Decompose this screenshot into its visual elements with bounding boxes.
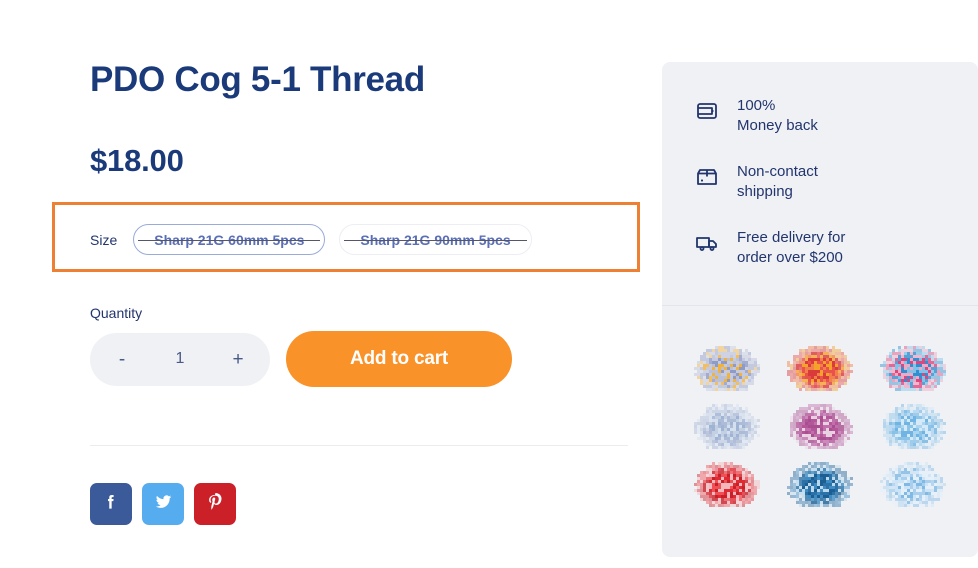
facebook-share-button[interactable]: [90, 483, 132, 525]
thumbnail-item[interactable]: [773, 338, 866, 396]
pinterest-icon: [205, 492, 225, 517]
thumbnail-item[interactable]: [680, 396, 773, 454]
feature-non-contact-shipping: Non-contact shipping: [694, 162, 978, 202]
twitter-icon: [153, 491, 174, 517]
feature-line-2: shipping: [737, 182, 793, 200]
feature-line-1: Non-contact: [737, 162, 818, 180]
facebook-icon: [101, 492, 121, 517]
quantity-value: 1: [175, 350, 185, 367]
thumbnail-item[interactable]: [867, 454, 960, 512]
size-label: Size: [90, 231, 118, 248]
product-page: PDO Cog 5-1 Thread $18.00 Size Sharp 21G…: [0, 0, 978, 568]
wallet-icon: [694, 98, 720, 124]
product-side-panel: 100% Money back Non-contact shipping Fre…: [662, 62, 978, 557]
pinterest-share-button[interactable]: [194, 483, 236, 525]
cart-row: - 1 + Add to cart: [90, 331, 512, 387]
feature-free-delivery: Free delivery for order over $200: [694, 228, 978, 268]
product-title: PDO Cog 5-1 Thread: [90, 60, 425, 99]
section-divider: [90, 445, 628, 446]
size-option-60mm[interactable]: Sharp 21G 60mm 5pcs: [133, 224, 326, 255]
size-option-90mm[interactable]: Sharp 21G 90mm 5pcs: [339, 224, 532, 255]
feature-text: 100% Money back: [737, 96, 818, 136]
sold-out-strikethrough: [138, 239, 321, 241]
feature-line-1: 100%: [737, 97, 776, 114]
sold-out-strikethrough: [344, 239, 527, 241]
quantity-label: Quantity: [90, 305, 143, 321]
box-icon: [694, 164, 720, 190]
social-share-row: [90, 483, 236, 525]
thumbnail-item[interactable]: [867, 338, 960, 396]
truck-icon: [694, 230, 720, 256]
feature-line-1: Free delivery for: [737, 228, 846, 246]
product-details-column: PDO Cog 5-1 Thread $18.00 Size Sharp 21G…: [52, 60, 640, 525]
add-to-cart-button[interactable]: Add to cart: [286, 331, 512, 387]
quantity-increment-button[interactable]: +: [228, 350, 248, 369]
twitter-share-button[interactable]: [142, 483, 184, 525]
thumbnail-item[interactable]: [773, 396, 866, 454]
feature-text: Non-contact shipping: [737, 162, 818, 202]
product-price: $18.00: [90, 143, 184, 179]
quantity-decrement-button[interactable]: -: [112, 350, 132, 369]
feature-money-back: 100% Money back: [694, 96, 978, 136]
thumbnail-item[interactable]: [680, 338, 773, 396]
quantity-stepper[interactable]: - 1 +: [90, 332, 270, 386]
size-selector: Size Sharp 21G 60mm 5pcs Sharp 21G 90mm …: [90, 224, 532, 255]
product-thumbnail-grid: [662, 328, 978, 512]
feature-line-2: Money back: [737, 116, 818, 134]
features-list: 100% Money back Non-contact shipping Fre…: [662, 62, 978, 268]
thumbnail-item[interactable]: [680, 454, 773, 512]
panel-divider: [662, 305, 978, 306]
feature-text: Free delivery for order over $200: [737, 228, 845, 268]
feature-line-2: order over $200: [737, 248, 843, 266]
thumbnail-item[interactable]: [773, 454, 866, 512]
thumbnail-item[interactable]: [867, 396, 960, 454]
